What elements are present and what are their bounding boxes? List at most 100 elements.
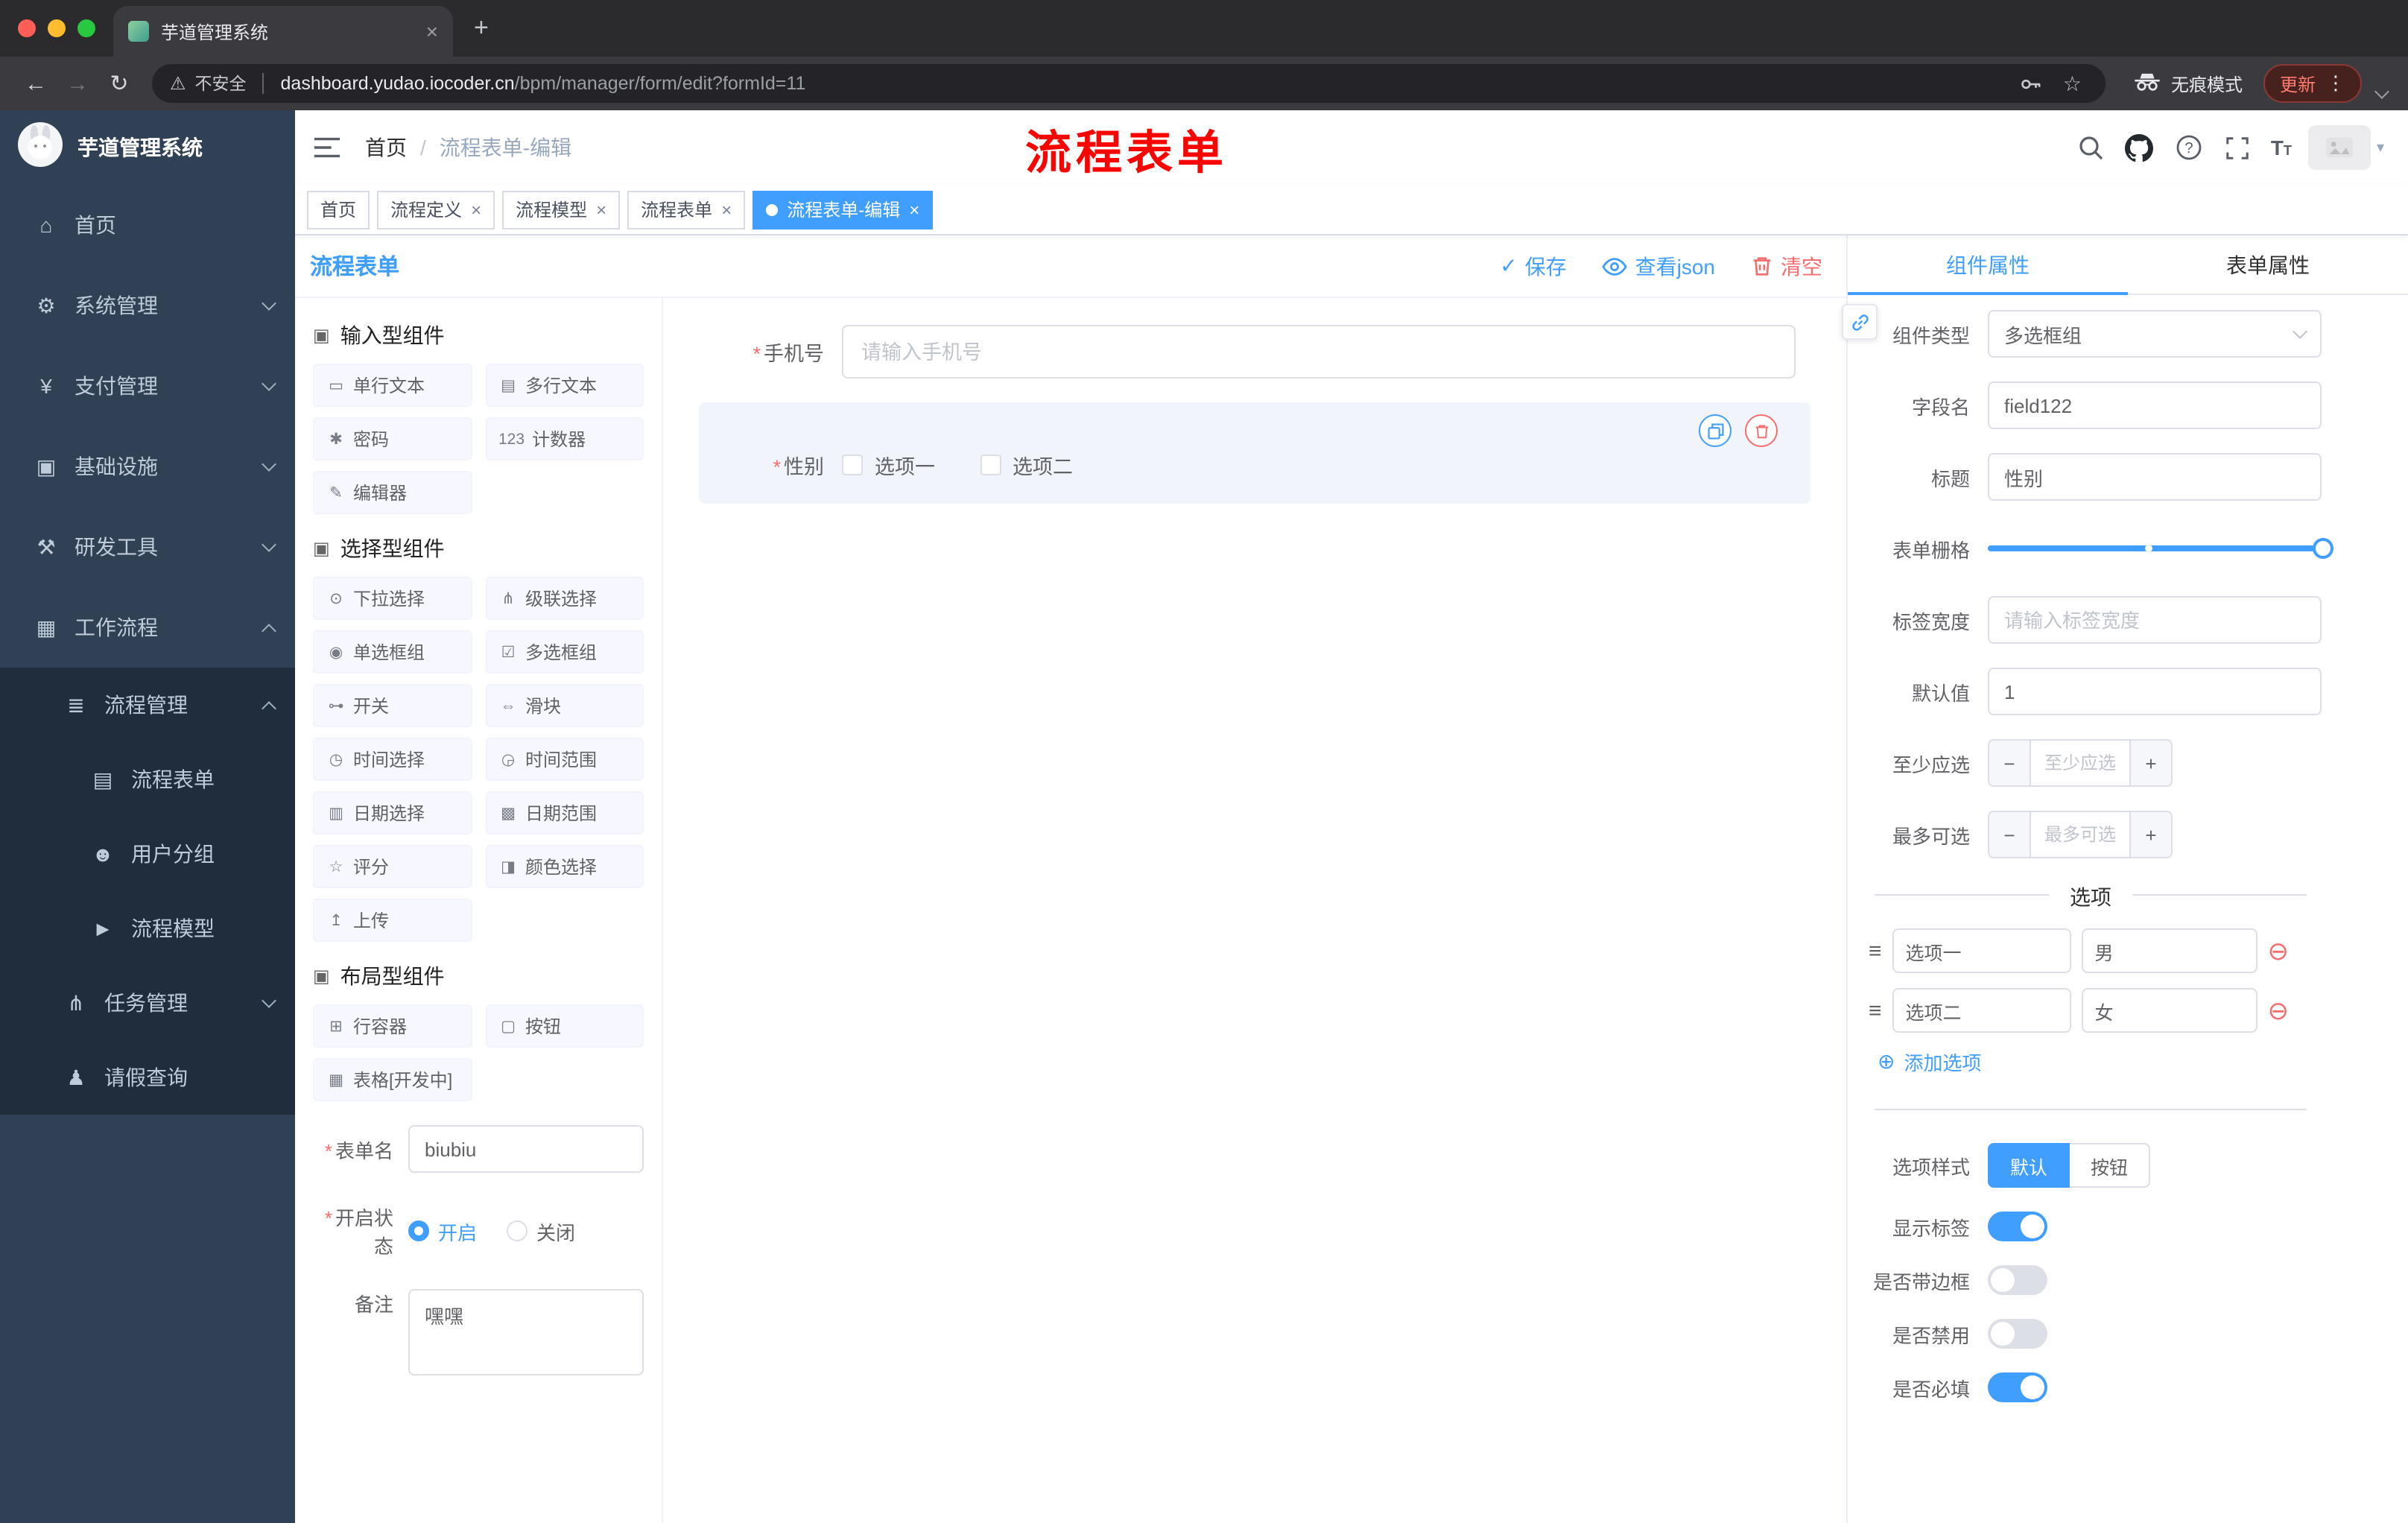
browser-menu-icon[interactable]: ⋮ [2326,72,2345,95]
style-button-button[interactable]: 按钮 [2070,1143,2151,1188]
chip-multi-line-text[interactable]: ▤ 多行文本 [485,364,644,407]
tag-process-form-edit[interactable]: 流程表单-编辑 × [752,190,934,229]
chip-switch[interactable]: ⊶ 开关 [313,684,472,727]
tag-home[interactable]: 首页 [307,190,370,229]
remove-option-icon[interactable]: ⊖ [2268,938,2290,963]
chip-button[interactable]: ▢ 按钮 [485,1004,644,1048]
chip-editor[interactable]: ✎ 编辑器 [313,471,472,514]
tab-component-props[interactable]: 组件属性 [1848,235,2128,295]
sidebar-item-user-groups[interactable]: ☻ 用户分组 [0,817,295,891]
tag-process-definition[interactable]: 流程定义 × [377,190,495,229]
chip-date-picker[interactable]: ▥ 日期选择 [313,791,472,835]
save-button[interactable]: ✓ 保存 [1500,251,1566,281]
tag-close-icon[interactable]: × [596,199,606,220]
chip-row-container[interactable]: ⊞ 行容器 [313,1004,472,1048]
remark-textarea[interactable]: 嘿嘿 [408,1289,644,1375]
new-tab-button[interactable]: + [453,13,510,43]
security-warning-icon[interactable]: ⚠ [170,73,186,94]
required-toggle[interactable] [1988,1372,2047,1402]
option-1-label-input[interactable] [1892,928,2071,973]
add-option-button[interactable]: ⊕ 添加选项 [1878,1048,2322,1076]
form-canvas[interactable]: * 手机号 请输入手机号 * 性别 选项一 选项二 [663,298,1846,1523]
chip-table[interactable]: ▦ 表格[开发中] [313,1058,472,1101]
tab-form-props[interactable]: 表单属性 [2128,235,2408,294]
copy-component-button[interactable] [1699,414,1731,447]
chip-color-picker[interactable]: ◨ 颜色选择 [485,845,644,888]
sidebar-item-dev-tools[interactable]: ⚒ 研发工具 [0,507,295,587]
gender-field-row-selected[interactable]: * 性别 选项一 选项二 [699,402,1810,504]
bookmark-star-icon[interactable]: ☆ [2057,71,2088,96]
tag-close-icon[interactable]: × [471,199,481,220]
chip-date-range[interactable]: ▩ 日期范围 [485,791,644,835]
help-icon[interactable]: ? [2173,131,2205,164]
breadcrumb-home[interactable]: 首页 [365,133,407,162]
sidebar-item-process-model[interactable]: ► 流程模型 [0,891,295,966]
user-avatar[interactable]: ▾ [2307,125,2384,170]
status-on-radio[interactable]: 开启 [408,1217,477,1245]
sidebar-item-payment[interactable]: ¥ 支付管理 [0,346,295,426]
window-close-button[interactable] [18,19,36,37]
link-icon[interactable] [1842,304,1878,340]
status-off-radio[interactable]: 关闭 [507,1217,575,1245]
component-type-select[interactable]: 多选框组 [1988,310,2322,358]
password-key-icon[interactable] [2014,72,2048,95]
option-2-label-input[interactable] [1892,988,2071,1033]
back-icon[interactable]: ← [15,71,57,96]
chip-password[interactable]: ✱ 密码 [313,417,472,460]
tag-close-icon[interactable]: × [909,199,919,220]
title-input[interactable] [1988,453,2322,501]
sidebar-item-system[interactable]: ⚙ 系统管理 [0,265,295,346]
address-bar[interactable]: ⚠ 不安全 dashboard.yudao.iocoder.cn/bpm/man… [152,64,2106,103]
slider-track[interactable] [1988,538,2333,559]
chip-rate[interactable]: ☆ 评分 [313,845,472,888]
sidebar-item-task-management[interactable]: ⋔ 任务管理 [0,966,295,1040]
window-zoom-button[interactable] [77,19,95,37]
label-width-input[interactable] [1988,596,2322,644]
chip-checkbox-group[interactable]: ☑ 多选框组 [485,630,644,674]
reload-icon[interactable]: ↻ [98,70,140,97]
sidebar-item-process-form[interactable]: ▤ 流程表单 [0,742,295,817]
url-text[interactable]: dashboard.yudao.iocoder.cn/bpm/manager/f… [281,73,2005,94]
chip-counter[interactable]: 123 计数器 [485,417,644,460]
chip-upload[interactable]: ↥ 上传 [313,899,472,942]
style-default-button[interactable]: 默认 [1988,1143,2070,1188]
tag-process-form[interactable]: 流程表单 × [627,190,746,229]
clear-button[interactable]: 清空 [1751,251,1822,281]
tag-close-icon[interactable]: × [721,199,732,220]
forward-icon[interactable]: → [57,71,98,96]
chip-time-picker[interactable]: ◷ 时间选择 [313,738,472,781]
increase-button[interactable]: + [2129,741,2171,785]
sidebar-item-process-management[interactable]: ≣ 流程管理 [0,668,295,742]
chip-select[interactable]: ⊙ 下拉选择 [313,577,472,620]
sidebar-item-home[interactable]: ⌂ 首页 [0,185,295,265]
sidebar-item-leave-query[interactable]: ♟ 请假查询 [0,1040,295,1115]
border-toggle[interactable] [1988,1265,2047,1295]
decrease-button[interactable]: − [1989,812,2031,857]
hamburger-icon[interactable] [313,136,341,159]
browser-tab[interactable]: 芋道管理系统 × [113,6,453,57]
tab-close-icon[interactable]: × [426,19,438,43]
max-select-input[interactable] [2031,812,2129,857]
default-value-input[interactable] [1988,668,2322,715]
phone-field-row[interactable]: * 手机号 [699,319,1810,384]
gender-checkbox-option-1[interactable]: 选项一 [842,450,935,480]
github-icon[interactable] [2123,131,2156,164]
chip-time-range[interactable]: ◶ 时间范围 [485,738,644,781]
delete-component-button[interactable] [1745,414,1778,447]
chevron-down-icon[interactable] [2374,83,2389,98]
phone-input[interactable] [842,325,1796,379]
field-name-input[interactable] [1988,381,2322,429]
chip-radio-group[interactable]: ◉ 单选框组 [313,630,472,674]
window-minimize-button[interactable] [48,19,66,37]
form-name-input[interactable] [408,1125,644,1173]
gender-checkbox-option-2[interactable]: 选项二 [980,450,1073,480]
chip-cascader[interactable]: ⋔ 级联选择 [485,577,644,620]
sidebar-item-workflow[interactable]: ▦ 工作流程 [0,587,295,668]
show-label-toggle[interactable] [1988,1212,2047,1241]
chip-single-line-text[interactable]: ▭ 单行文本 [313,364,472,407]
remove-option-icon[interactable]: ⊖ [2268,998,2290,1023]
update-button[interactable]: 更新 ⋮ [2263,64,2362,103]
drag-handle-icon[interactable]: ≡ [1869,998,1882,1023]
tag-process-model[interactable]: 流程模型 × [502,190,621,229]
disabled-toggle[interactable] [1988,1319,2047,1349]
